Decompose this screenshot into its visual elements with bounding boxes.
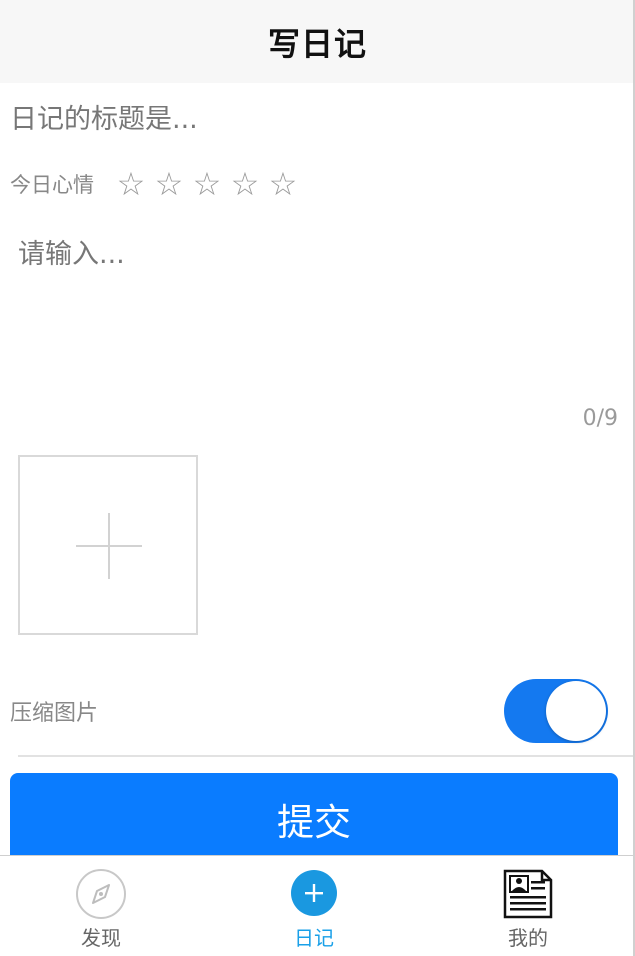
tab-discover-label: 发现 (81, 926, 121, 950)
toggle-knob (546, 681, 606, 741)
divider (18, 755, 635, 757)
mood-star-3[interactable]: ☆ (188, 164, 226, 204)
diary-content-input[interactable] (18, 232, 618, 392)
diary-title-input[interactable] (10, 93, 610, 145)
tab-mine-label: 我的 (508, 926, 548, 950)
image-count: 0/9 (582, 406, 618, 431)
add-image-button[interactable] (18, 455, 198, 635)
mood-row: 今日心情 ☆ ☆ ☆ ☆ ☆ (10, 162, 302, 206)
mood-star-4[interactable]: ☆ (226, 164, 264, 204)
mood-star-2[interactable]: ☆ (150, 164, 188, 204)
mood-rating: ☆ ☆ ☆ ☆ ☆ (112, 164, 302, 204)
tab-diary[interactable]: 日记 (244, 856, 384, 956)
compress-label: 压缩图片 (10, 701, 99, 726)
mood-star-1[interactable]: ☆ (112, 164, 150, 204)
mood-star-5[interactable]: ☆ (264, 164, 302, 204)
add-circle-icon (288, 868, 340, 920)
mood-label: 今日心情 (10, 173, 94, 197)
diary-page: 写日记 今日心情 ☆ ☆ ☆ ☆ ☆ 0/9 压缩图片 提交 (0, 0, 635, 956)
profile-card-icon (502, 868, 554, 920)
nav-header: 写日记 (0, 0, 635, 83)
compress-toggle[interactable] (504, 679, 608, 743)
tab-mine[interactable]: 我的 (458, 856, 598, 956)
tab-discover[interactable]: 发现 (31, 856, 171, 956)
tab-bar: 发现 日记 我的 (0, 855, 635, 956)
compass-icon (75, 868, 127, 920)
tab-diary-label: 日记 (294, 926, 334, 950)
compress-row: 压缩图片 (0, 676, 635, 746)
page-title: 写日记 (267, 24, 367, 63)
